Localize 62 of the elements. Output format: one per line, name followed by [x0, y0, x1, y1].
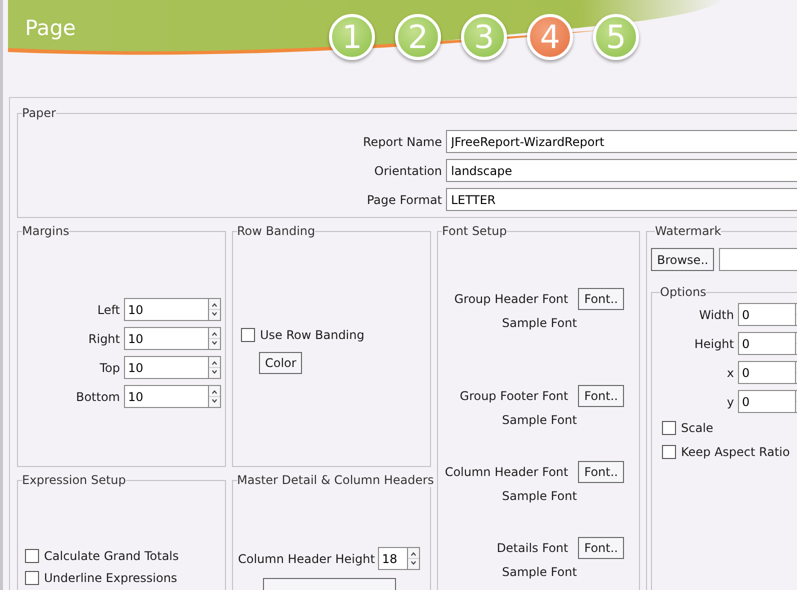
- spin-arrows-icon[interactable]: [208, 298, 221, 321]
- field-label: Left: [97, 302, 120, 316]
- font-label: Group Footer Font: [460, 389, 568, 403]
- checkbox-label: Keep Aspect Ratio: [681, 445, 790, 459]
- section-title: Watermark: [655, 224, 722, 238]
- font-label: Details Font: [496, 541, 568, 555]
- spin-arrows-icon[interactable]: [208, 327, 221, 350]
- checkbox-label: Underline Expressions: [44, 571, 178, 585]
- text-field[interactable]: LETTER: [446, 188, 797, 211]
- checkbox[interactable]: [25, 549, 39, 563]
- page-title: Page: [25, 16, 76, 40]
- section-title: Paper: [22, 106, 56, 120]
- field-label: Column Header Height: [238, 552, 375, 566]
- section-title: Expression Setup: [22, 473, 126, 487]
- field-label: Top: [100, 360, 120, 374]
- sample-text: Sample Font: [502, 316, 578, 330]
- sample-text: Sample Font: [502, 565, 578, 579]
- spin-arrows-icon[interactable]: [208, 385, 221, 408]
- field-label: Bottom: [76, 390, 120, 404]
- field-label: Orientation: [374, 164, 442, 178]
- color-button[interactable]: Color: [259, 352, 302, 374]
- field-label: Height: [694, 336, 734, 350]
- font-button[interactable]: Font..: [578, 288, 624, 310]
- checkbox[interactable]: [662, 445, 676, 459]
- text-field[interactable]: landscape: [446, 159, 797, 182]
- number-field[interactable]: 10: [124, 327, 208, 350]
- font-button[interactable]: Font..: [578, 385, 624, 407]
- number-field[interactable]: 0: [738, 332, 795, 355]
- field-label: Right: [88, 332, 120, 346]
- number-field[interactable]: 10: [124, 385, 208, 408]
- spin-arrows-icon[interactable]: [406, 547, 420, 570]
- checkbox-label: Use Row Banding: [260, 328, 364, 342]
- section-title: Master Detail & Column Headers: [237, 473, 434, 487]
- checkbox[interactable]: [241, 328, 255, 342]
- field-label: Report Name: [363, 134, 442, 148]
- number-field[interactable]: 18: [378, 547, 407, 570]
- checkbox-label: Scale: [681, 421, 714, 435]
- section-title: Row Banding: [237, 224, 316, 238]
- number-field[interactable]: 0: [738, 390, 795, 413]
- section-title: Margins: [22, 224, 70, 238]
- font-label: Group Header Font: [454, 292, 568, 306]
- field-label: x: [726, 366, 734, 380]
- number-field[interactable]: 0: [738, 361, 795, 384]
- browse-button[interactable]: Browse..: [651, 248, 714, 271]
- number-field[interactable]: 10: [124, 298, 208, 321]
- sample-text: Sample Font: [502, 413, 578, 427]
- spin-arrows-icon[interactable]: [208, 356, 221, 379]
- field-label: Width: [699, 308, 734, 322]
- font-button[interactable]: Font..: [578, 461, 624, 483]
- sample-text: Sample Font: [502, 489, 578, 503]
- font-label: Column Header Font: [444, 465, 568, 479]
- file-field[interactable]: [719, 248, 797, 271]
- number-field[interactable]: 10: [124, 356, 208, 379]
- section-title: Options: [660, 285, 706, 299]
- checkbox-label: Calculate Grand Totals: [44, 549, 179, 563]
- checkbox[interactable]: [662, 421, 676, 435]
- field-label: y: [726, 394, 734, 408]
- field-label: Page Format: [366, 192, 442, 206]
- section-title: Font Setup: [442, 224, 507, 238]
- number-field[interactable]: 0: [738, 303, 795, 326]
- font-button[interactable]: Font..: [578, 537, 624, 559]
- checkbox[interactable]: [25, 571, 39, 585]
